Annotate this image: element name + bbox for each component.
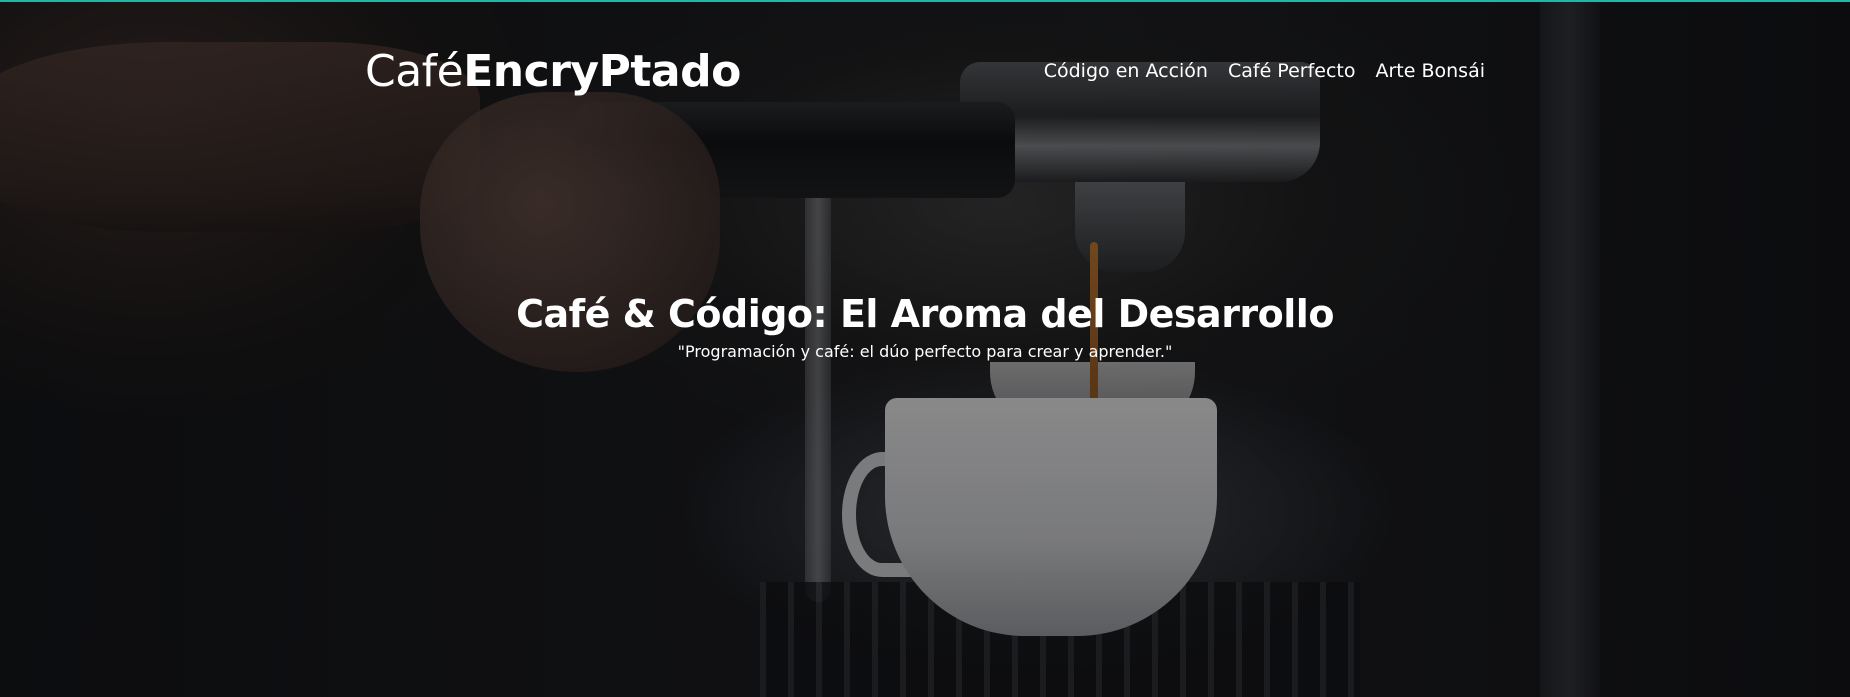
logo-bold-text: EncryPtado [463,46,741,97]
hero-subtitle: "Programación y café: el dúo perfecto pa… [677,342,1173,361]
nav-link-cafe-perfecto[interactable]: Café Perfecto [1228,60,1356,82]
logo-light-text: Café [365,46,464,97]
nav-link-arte-bonsai[interactable]: Arte Bonsái [1375,60,1485,82]
nav-item-codigo: Código en Acción [1044,60,1208,82]
hero-headline: Café & Código: El Aroma del Desarrollo "… [0,292,1850,361]
top-navbar: CaféEncryPtado Código en Acción Café Per… [0,2,1850,142]
main-nav: Código en Acción Café Perfecto Arte Bons… [1044,60,1485,82]
nav-link-codigo-en-accion[interactable]: Código en Acción [1044,60,1208,82]
nav-item-cafe: Café Perfecto [1228,60,1356,82]
hero-title: Café & Código: El Aroma del Desarrollo [516,292,1334,336]
site-logo[interactable]: CaféEncryPtado [365,46,741,97]
hero-section: CaféEncryPtado Código en Acción Café Per… [0,0,1850,697]
nav-item-bonsai: Arte Bonsái [1375,60,1485,82]
